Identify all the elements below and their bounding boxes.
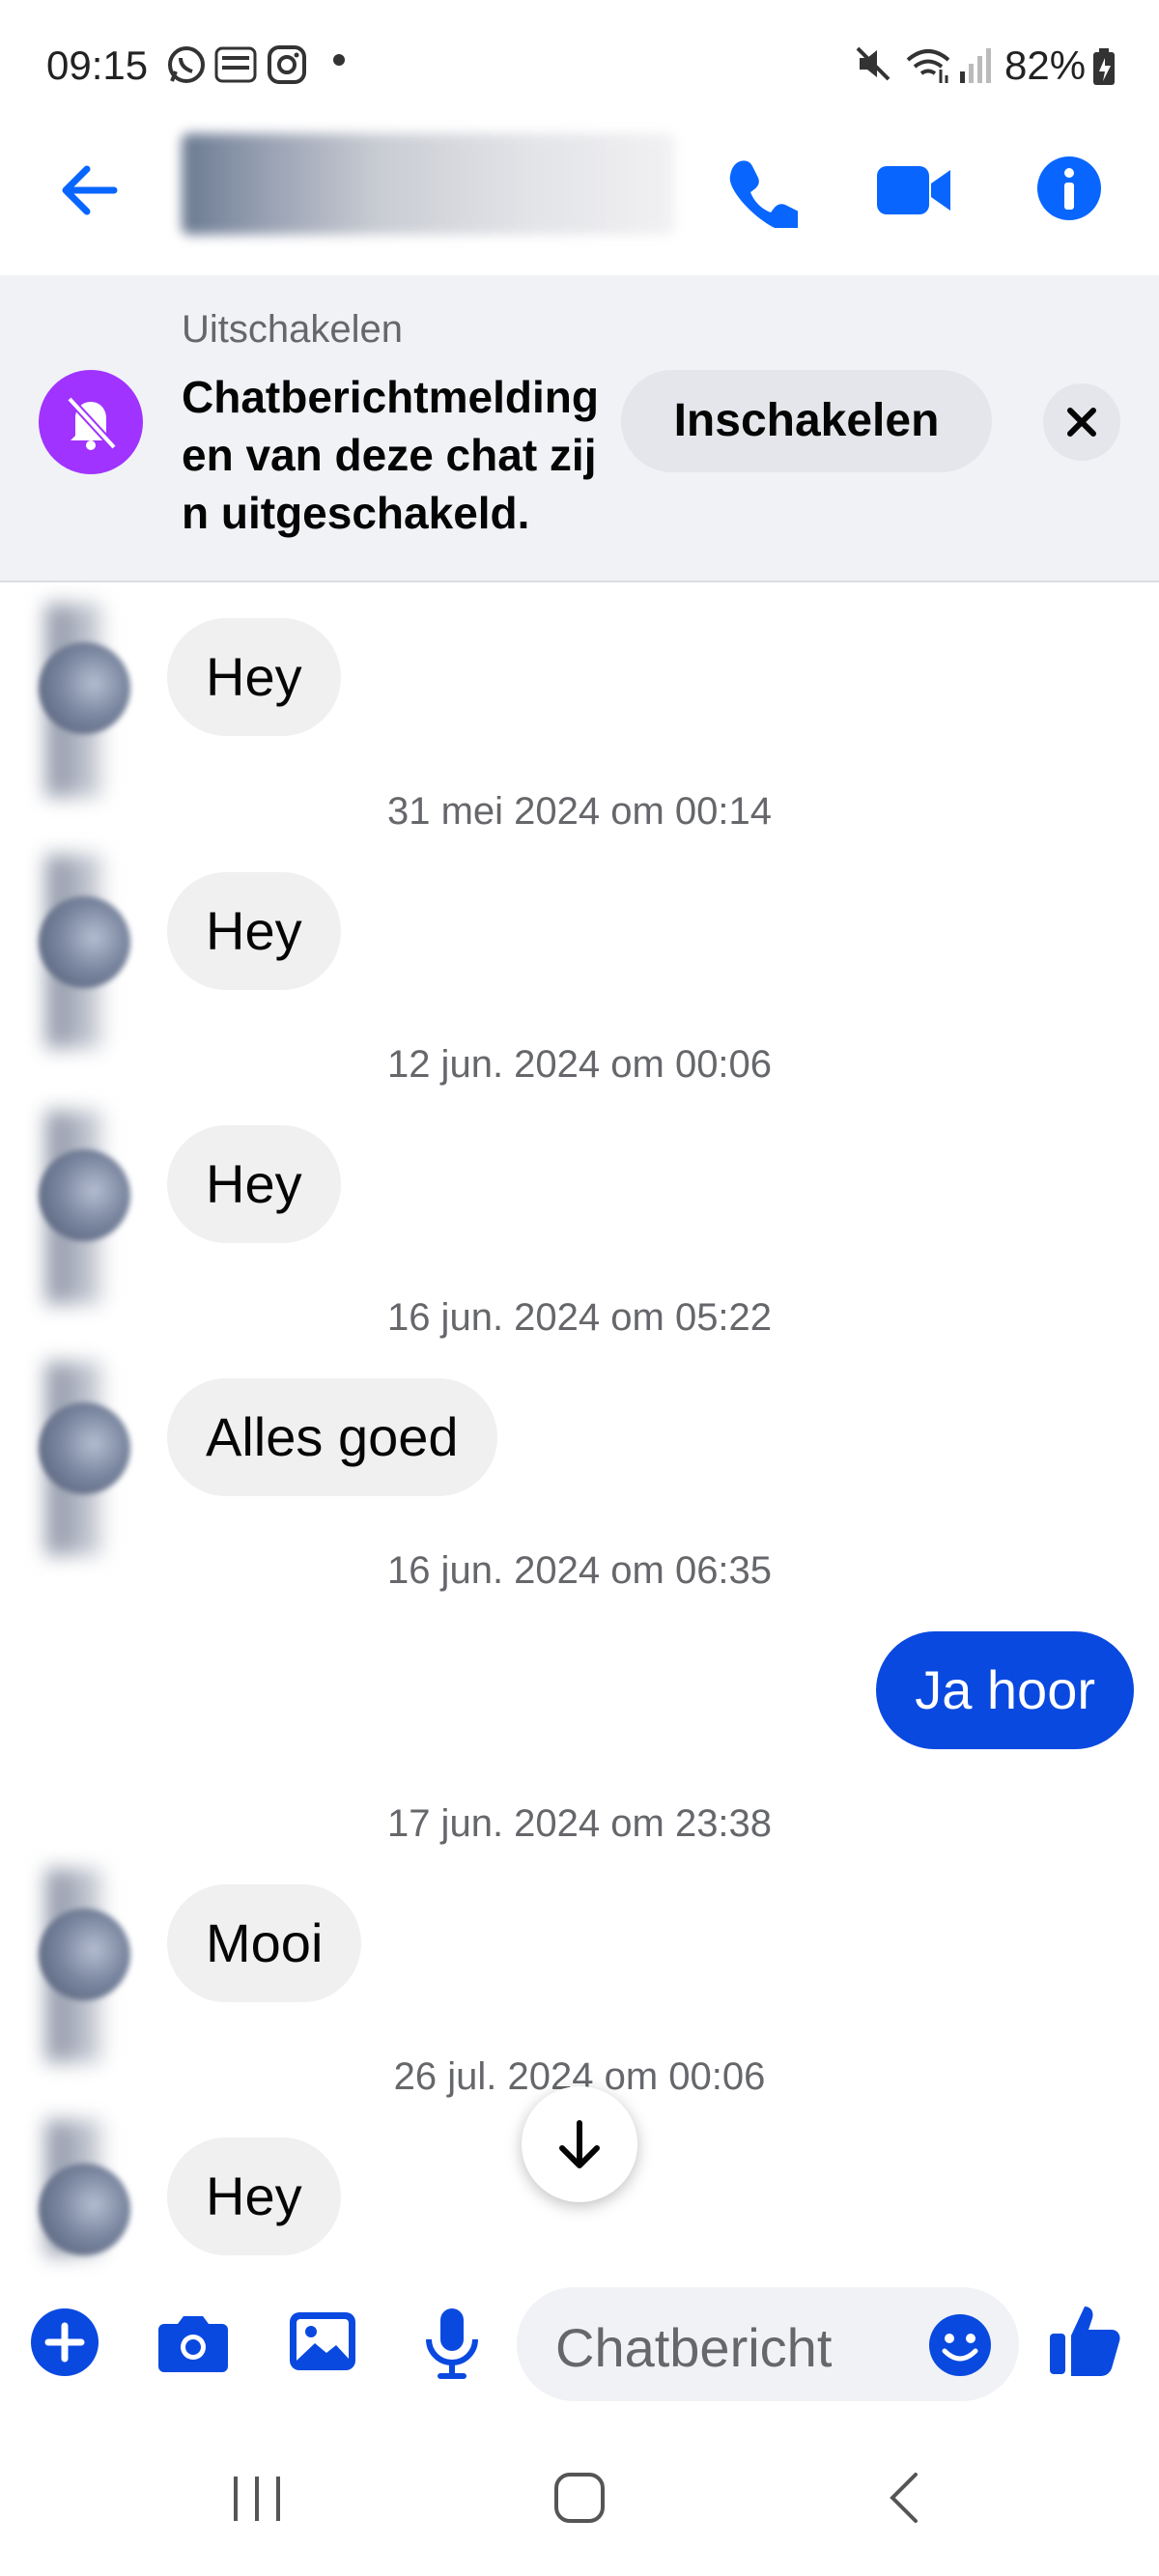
message-timestamp: 17 jun. 2024 om 23:38 [386, 1802, 773, 1845]
message-bubble-incoming[interactable]: Hey [167, 2137, 341, 2255]
back-arrow-icon[interactable] [56, 156, 124, 229]
message-timestamp: 16 jun. 2024 om 06:35 [386, 1549, 773, 1592]
status-bar: 09:15 82% [0, 0, 1159, 126]
avatar[interactable] [39, 1402, 130, 1494]
message-timestamp: 12 jun. 2024 om 00:06 [386, 1043, 773, 1086]
recent-apps-icon[interactable] [230, 2473, 284, 2530]
avatar[interactable] [39, 1149, 130, 1241]
muted-bell-icon [39, 370, 143, 474]
message-input-placeholder: Chatbericht [555, 2317, 833, 2378]
enable-notifications-button[interactable]: Inschakelen [621, 370, 992, 472]
chat-header [0, 126, 1159, 270]
battery-percentage: 82% [1004, 42, 1087, 88]
avatar[interactable] [39, 896, 130, 988]
instagram-icon [267, 44, 307, 90]
signal-icon [958, 44, 993, 90]
message-bubble-incoming[interactable]: Mooi [167, 1884, 362, 2002]
contact-name-redacted[interactable] [182, 133, 674, 235]
message-composer: Chatbericht [0, 2279, 1159, 2405]
message-bubble-incoming[interactable]: Hey [167, 872, 341, 990]
message-bubble-outgoing[interactable]: Ja hoor [876, 1631, 1134, 1749]
avatar[interactable] [39, 2164, 130, 2255]
whatsapp-icon [166, 44, 207, 90]
camera-icon[interactable] [156, 2307, 230, 2383]
system-nav-bar [0, 2415, 1159, 2576]
arrow-down-icon [559, 2120, 600, 2168]
message-bubble-incoming[interactable]: Hey [167, 618, 341, 736]
thumbs-up-icon[interactable] [1048, 2301, 1121, 2383]
microphone-icon[interactable] [423, 2307, 481, 2385]
status-time: 09:15 [46, 42, 149, 88]
emoji-icon[interactable] [927, 2312, 993, 2383]
battery-icon [1091, 48, 1117, 92]
video-camera-icon[interactable] [875, 156, 952, 229]
mute-banner-title: Uitschakelen [182, 308, 404, 351]
gallery-icon[interactable] [288, 2307, 357, 2381]
avatar[interactable] [39, 642, 130, 734]
close-icon [1067, 408, 1096, 437]
temu-icon [214, 44, 257, 90]
dismiss-banner-button[interactable] [1043, 383, 1120, 461]
notification-dot [333, 54, 345, 66]
mute-banner-text: Chatberichtmeldingen van deze chat zijn … [182, 372, 599, 538]
mute-banner: Uitschakelen Chatberichtmeldingen van de… [0, 275, 1159, 582]
avatar[interactable] [39, 1909, 130, 2000]
home-icon[interactable] [552, 2471, 607, 2530]
message-bubble-incoming[interactable]: Hey [167, 1125, 341, 1243]
message-input[interactable]: Chatbericht [517, 2287, 1019, 2401]
message-bubble-incoming[interactable]: Alles goed [167, 1378, 497, 1496]
phone-icon[interactable] [724, 155, 803, 233]
message-timestamp: 16 jun. 2024 om 05:22 [386, 1296, 773, 1339]
plus-icon[interactable] [29, 2307, 100, 2383]
mute-icon [854, 44, 892, 88]
message-timestamp: 31 mei 2024 om 00:14 [386, 790, 773, 833]
info-icon[interactable] [1035, 155, 1103, 227]
back-icon[interactable] [885, 2471, 923, 2530]
wifi-icon [904, 44, 952, 90]
scroll-to-bottom-button[interactable] [522, 2086, 637, 2202]
